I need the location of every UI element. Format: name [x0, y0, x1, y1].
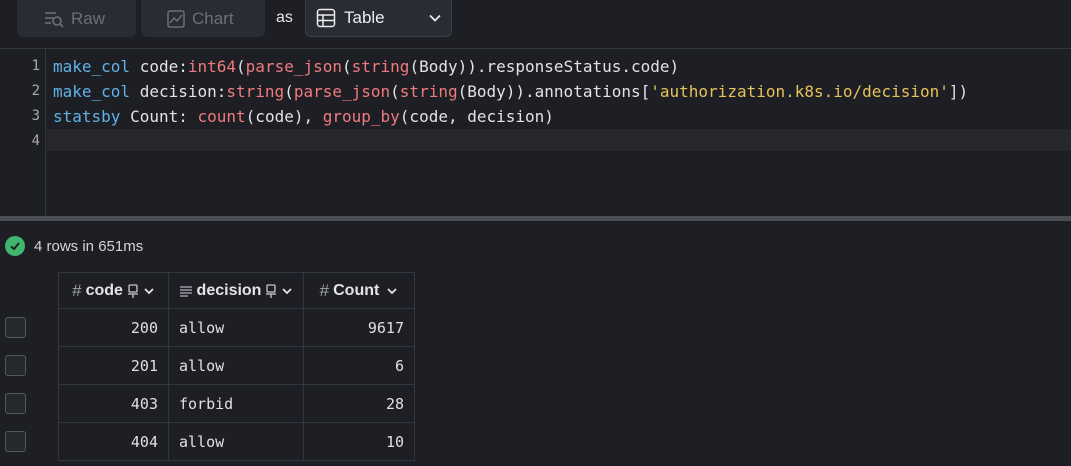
line-number-gutter: 1 2 3 4 [0, 49, 46, 217]
view-select-value: Table [344, 8, 385, 27]
line-number: 2 [31, 83, 40, 99]
code-token: group_by [322, 107, 400, 126]
raw-label: Raw [71, 8, 106, 28]
code-token: (code, decision) [399, 107, 554, 126]
cell-code: 201 [58, 347, 168, 385]
code-token: make_col [53, 57, 131, 76]
column-header-decision[interactable]: decision [168, 272, 303, 309]
code-token: string [226, 82, 285, 101]
code-token: ( [342, 57, 352, 76]
code-token: 'authorization.k8s.io/decision' [650, 82, 949, 101]
chevron-down-icon [144, 287, 154, 294]
query-status: 4 rows in 651ms [5, 236, 143, 256]
code-token: (Body)).responseStatus.code) [409, 57, 680, 76]
table-row: 403 forbid 28 [0, 385, 415, 423]
row-select-checkbox[interactable] [5, 431, 26, 452]
status-text: 4 rows in 651ms [34, 237, 144, 255]
success-check-icon [5, 236, 25, 256]
code-token: string [351, 57, 410, 76]
active-line-highlight [47, 129, 1071, 151]
raw-view-button[interactable]: Raw [17, 0, 136, 37]
code-token: parse_json [293, 82, 391, 101]
pane-resize-handle[interactable] [0, 216, 1071, 221]
chevron-down-icon [282, 287, 293, 294]
table-row: 200 allow 9617 [0, 309, 415, 347]
line-number: 1 [31, 58, 40, 74]
column-header-label: Count [333, 281, 380, 299]
code-token: int64 [187, 57, 237, 76]
query-editor[interactable]: 1 2 3 4 make_col code:int64(parse_json(s… [0, 48, 1071, 217]
column-header-label: decision [196, 281, 262, 299]
code-token: parse_json [245, 57, 342, 76]
code-line-2: make_col decision:string(parse_json(stri… [53, 82, 968, 102]
table-row: 404 allow 10 [0, 423, 415, 461]
toolbar: Raw Chart as Table [0, 0, 1071, 48]
row-select-checkbox[interactable] [5, 317, 26, 338]
line-number: 4 [31, 133, 40, 149]
cell-code: 404 [58, 423, 168, 461]
cell-decision: allow [168, 347, 303, 385]
hash-icon: # [72, 280, 82, 300]
column-header-label: code [85, 281, 123, 299]
text-lines-icon [179, 285, 192, 297]
pin-icon [127, 283, 138, 298]
code-token: ( [284, 82, 294, 101]
cell-code: 200 [58, 309, 168, 347]
raw-list-icon [45, 11, 64, 28]
code-token: string [399, 82, 458, 101]
as-label: as [276, 9, 293, 26]
code-line-1: make_col code:int64(parse_json(string(Bo… [53, 57, 679, 77]
hash-icon: # [319, 280, 330, 300]
cell-count: 10 [303, 423, 415, 461]
code-token: ( [390, 82, 400, 101]
column-header-code[interactable]: # code [58, 272, 168, 309]
code-line-3: statsby Count: count(code), group_by(cod… [53, 107, 554, 127]
chart-icon [167, 9, 185, 28]
code-token: Count: [120, 107, 198, 126]
cell-decision: allow [168, 423, 303, 461]
table-row: 201 allow 6 [0, 347, 415, 385]
cell-code: 403 [58, 385, 168, 423]
cell-decision: forbid [168, 385, 303, 423]
row-select-checkbox[interactable] [5, 355, 26, 376]
cell-count: 9617 [303, 309, 415, 347]
code-token: (Body)).annotations[ [457, 82, 651, 101]
chart-label: Chart [192, 8, 234, 28]
chevron-down-icon [429, 14, 441, 22]
chevron-down-icon [387, 287, 397, 294]
code-token: ]) [948, 82, 969, 101]
code-token: make_col [53, 82, 131, 101]
row-select-checkbox[interactable] [5, 393, 26, 414]
cell-decision: allow [168, 309, 303, 347]
line-number: 3 [31, 108, 40, 124]
table-icon [316, 8, 336, 28]
pin-icon [266, 283, 277, 298]
code-token: ( [236, 57, 246, 76]
view-type-select[interactable]: Table [305, 0, 452, 37]
cell-count: 6 [303, 347, 415, 385]
cell-count: 28 [303, 385, 415, 423]
code-token: decision: [130, 82, 227, 101]
code-token: count [197, 107, 246, 126]
code-token: statsby [53, 107, 121, 126]
column-header-count[interactable]: # Count [303, 272, 415, 309]
chart-view-button[interactable]: Chart [141, 0, 265, 37]
code-token: code: [130, 57, 188, 76]
code-token: (code), [245, 107, 323, 126]
